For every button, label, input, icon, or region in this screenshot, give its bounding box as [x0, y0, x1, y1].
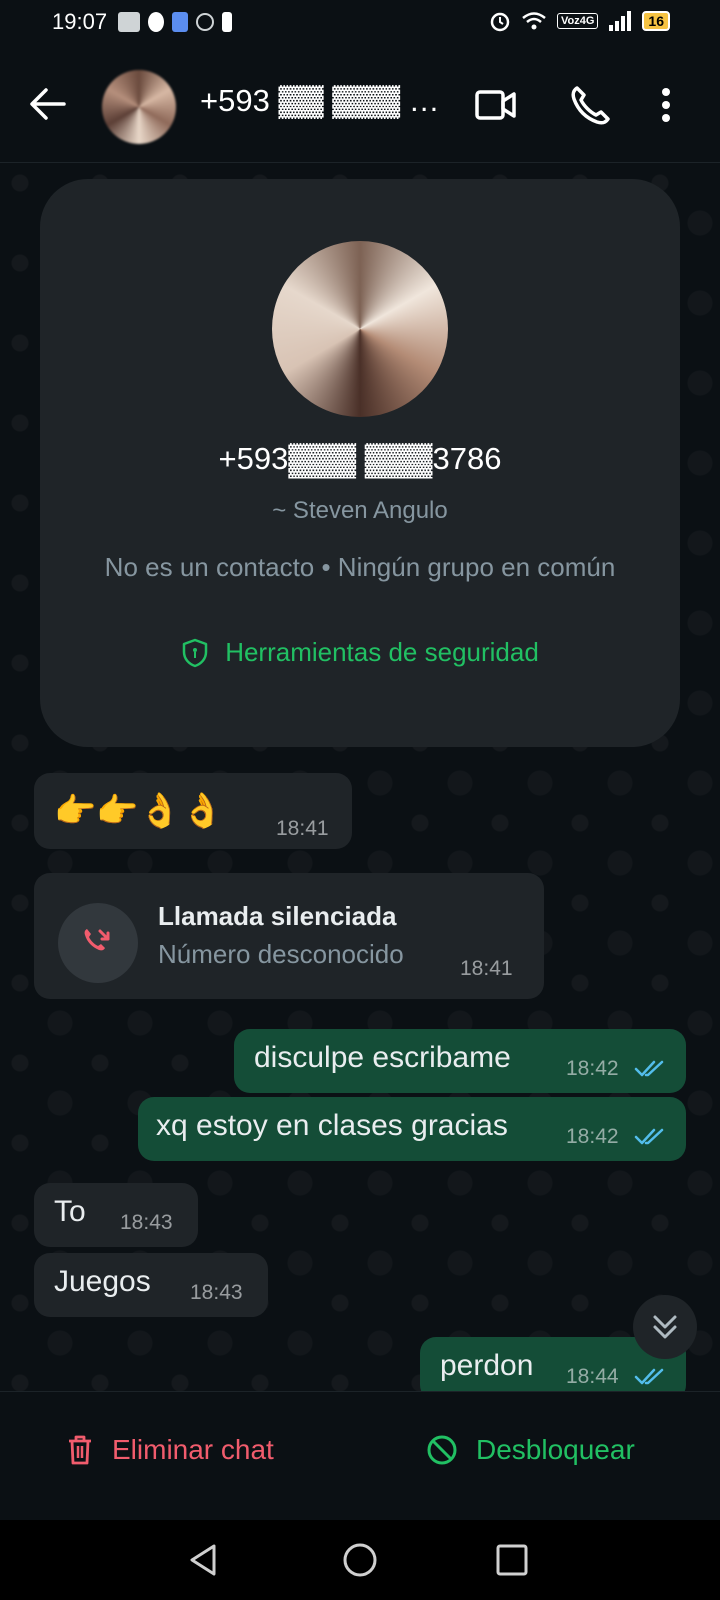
- call-title: Llamada silenciada: [158, 901, 397, 931]
- blocked-contact-actions: Eliminar chat Desbloquear: [0, 1391, 720, 1520]
- system-status-icons: Voz4G 16: [489, 10, 670, 32]
- alarm-icon: [490, 12, 510, 32]
- message-bubble[interactable]: xq estoy en clases gracias 18:42: [138, 1097, 686, 1161]
- shield-icon: [182, 638, 208, 667]
- read-receipt-icon: [634, 1128, 664, 1145]
- back-arrow-icon[interactable]: [28, 86, 68, 122]
- read-receipt-icon: [634, 1368, 664, 1385]
- message-text: 👉👉👌👌: [54, 792, 224, 830]
- message-bubble[interactable]: disculpe escribame 18:42: [234, 1029, 686, 1093]
- contact-profile-photo[interactable]: [272, 241, 448, 417]
- message-bubble[interactable]: 👉👉👌👌 18:41: [34, 773, 352, 849]
- message-text: disculpe escribame: [254, 1041, 511, 1074]
- missed-call-bubble[interactable]: Llamada silenciada Número desconocido 18…: [34, 873, 544, 999]
- scroll-to-bottom-button[interactable]: [633, 1295, 697, 1359]
- message-time: 18:43: [120, 1211, 173, 1234]
- system-navigation-bar: [0, 1520, 720, 1600]
- message-time: 18:41: [460, 957, 513, 980]
- message-text: Juegos: [54, 1265, 151, 1298]
- unblock-button[interactable]: Desbloquear: [426, 1434, 635, 1466]
- chat-title[interactable]: +593 ▓▓ ▓▓▓ 3…: [200, 83, 448, 119]
- contact-phone: +593▓▓▓ ▓▓▓3786: [218, 441, 502, 476]
- nav-back-icon[interactable]: [184, 1540, 224, 1580]
- contact-avatar[interactable]: [102, 70, 176, 144]
- contact-description: No es un contacto • Ningún grupo en comú…: [104, 552, 616, 582]
- status-time: 19:07: [52, 9, 108, 34]
- message-bubble[interactable]: To 18:43: [34, 1183, 198, 1247]
- more-vert-icon[interactable]: [654, 84, 678, 126]
- security-tools-label: Herramientas de seguridad: [225, 637, 539, 667]
- block-icon: [427, 1435, 457, 1465]
- contact-push-name: ~ Steven Angulo: [272, 497, 448, 524]
- message-text: xq estoy en clases gracias: [156, 1109, 508, 1142]
- double-chevron-down-icon: [653, 1315, 677, 1339]
- message-time: 18:44: [566, 1365, 619, 1388]
- message-list[interactable]: +593▓▓▓ ▓▓▓3786 ~ Steven Angulo No es un…: [0, 163, 720, 1391]
- message-time: 18:43: [190, 1281, 243, 1304]
- keyhole-icon: [222, 12, 232, 32]
- unblock-label: Desbloquear: [476, 1434, 635, 1465]
- message-time: 18:41: [276, 817, 329, 840]
- signal-icon: [609, 11, 632, 31]
- battery-indicator: 16: [642, 11, 670, 31]
- missed-call-icon: [84, 929, 110, 951]
- status-bar: 19:07 Voz4G 16: [0, 0, 720, 50]
- call-subtitle: Número desconocido: [158, 939, 404, 969]
- video-call-icon[interactable]: [474, 84, 518, 126]
- contact-info-card: +593▓▓▓ ▓▓▓3786 ~ Steven Angulo No es un…: [40, 179, 680, 747]
- message-time: 18:42: [566, 1125, 619, 1148]
- hotspot-icon: [196, 13, 214, 31]
- network-type-label: Voz4G: [557, 13, 599, 29]
- trash-icon: [69, 1435, 91, 1465]
- wifi-icon: [522, 12, 546, 30]
- call-icon-wrapper: [58, 903, 138, 983]
- read-receipt-icon: [634, 1060, 664, 1077]
- message-bubble[interactable]: Juegos 18:43: [34, 1253, 268, 1317]
- nav-home-icon[interactable]: [340, 1540, 380, 1580]
- chat-header: +593 ▓▓ ▓▓▓ 3…: [0, 50, 720, 163]
- message-time: 18:42: [566, 1057, 619, 1080]
- delete-chat-button[interactable]: Eliminar chat: [66, 1434, 274, 1466]
- message-text: To: [54, 1195, 86, 1228]
- message-text: perdon: [440, 1349, 534, 1382]
- notification-icons: [118, 12, 232, 32]
- nav-recents-icon[interactable]: [492, 1540, 532, 1580]
- facebook-icon: [148, 12, 164, 32]
- message-app-icon: [172, 12, 188, 32]
- voice-call-icon[interactable]: [568, 84, 612, 126]
- security-tools-link[interactable]: Herramientas de seguridad: [40, 637, 680, 668]
- delete-chat-label: Eliminar chat: [112, 1434, 274, 1465]
- notification-app-icon: [118, 12, 140, 32]
